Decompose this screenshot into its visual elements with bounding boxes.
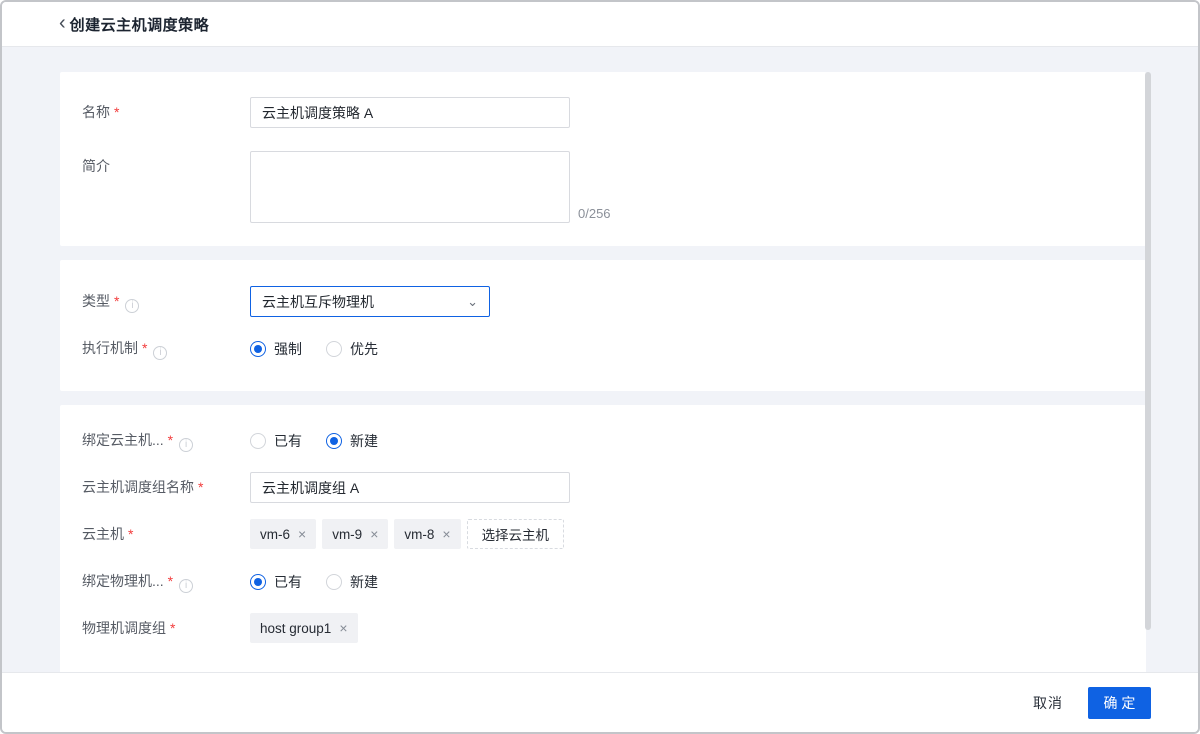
required-marker: * — [170, 620, 175, 636]
bind-vm-group-row: 绑定云主机...* i 已有 新建 — [82, 425, 1116, 456]
type-select[interactable]: 云主机互斥物理机 ⌄ — [250, 286, 490, 317]
basic-info-panel: 名称* 简介 0/256 — [60, 72, 1146, 246]
info-icon[interactable]: i — [179, 438, 193, 452]
mechanism-radio-group: 强制 优先 — [250, 333, 402, 364]
vm-group-name-input[interactable] — [250, 472, 570, 503]
mechanism-label: 执行机制* i — [82, 333, 250, 364]
bind-vm-group-label: 绑定云主机...* i — [82, 425, 250, 456]
vm-tag: vm-9 × — [322, 519, 388, 549]
radio-option-new[interactable]: 新建 — [326, 431, 378, 451]
type-row: 类型* i 云主机互斥物理机 ⌄ — [82, 286, 1116, 317]
tag-label: vm-8 — [404, 527, 434, 542]
close-icon[interactable]: × — [442, 527, 450, 541]
vertical-scrollbar-thumb[interactable] — [1145, 72, 1151, 630]
radio-option-new[interactable]: 新建 — [326, 572, 378, 592]
label-text: 简介 — [82, 158, 110, 174]
radio-unselected-icon — [326, 574, 342, 590]
back-button[interactable]: ‹ — [59, 15, 70, 33]
vm-tag: vm-8 × — [394, 519, 460, 549]
vm-tag-list: vm-6 × vm-9 × vm-8 × 选择云主机 — [250, 519, 564, 549]
radio-option-existing[interactable]: 已有 — [250, 431, 302, 451]
tag-label: vm-6 — [260, 527, 290, 542]
name-row: 名称* — [82, 97, 1116, 128]
radio-selected-icon — [250, 341, 266, 357]
intro-row: 简介 0/256 — [82, 151, 1116, 223]
form-content: 名称* 简介 0/256 类型*i — [2, 47, 1198, 686]
label-text: 物理机调度组 — [82, 620, 166, 636]
type-select-value: 云主机互斥物理机 — [262, 292, 374, 312]
vm-group-name-row: 云主机调度组名称* — [82, 472, 1116, 503]
tag-label: vm-9 — [332, 527, 362, 542]
label-text: 绑定物理机... — [82, 573, 164, 589]
radio-unselected-icon — [250, 433, 266, 449]
host-group-tag: host group1 × — [250, 613, 358, 643]
required-marker: * — [198, 479, 203, 495]
close-icon[interactable]: × — [339, 621, 347, 635]
label-text: 类型 — [82, 293, 110, 309]
bind-host-group-label: 绑定物理机...* i — [82, 566, 250, 597]
host-group-row: 物理机调度组* host group1 × — [82, 613, 1116, 644]
bind-host-group-row: 绑定物理机...* i 已有 新建 — [82, 566, 1116, 597]
binding-panel: 绑定云主机...*i 已有 新建 云主机调度组名称* — [60, 405, 1146, 686]
policy-type-panel: 类型*i 云主机互斥物理机 ⌄ 执行机制*i 强制 — [60, 260, 1146, 391]
vm-tag: vm-6 × — [250, 519, 316, 549]
required-marker: * — [114, 104, 119, 120]
create-vm-scheduling-policy-window: ‹ 创建云主机调度策略 名称* 简介 0/256 — [0, 0, 1200, 734]
confirm-button[interactable]: 确 定 — [1088, 687, 1151, 719]
host-group-tag-list: host group1 × — [250, 613, 364, 643]
radio-selected-icon — [250, 574, 266, 590]
close-icon[interactable]: × — [370, 527, 378, 541]
required-marker: * — [114, 293, 119, 309]
required-marker: * — [168, 432, 173, 448]
radio-option-mandatory[interactable]: 强制 — [250, 339, 302, 359]
radio-label: 强制 — [274, 339, 302, 359]
info-icon[interactable]: i — [153, 346, 167, 360]
close-icon[interactable]: × — [298, 527, 306, 541]
intro-textarea[interactable] — [250, 151, 570, 223]
intro-label: 简介 — [82, 151, 250, 182]
bind-vm-group-radio-group: 已有 新建 — [250, 425, 402, 456]
required-marker: * — [142, 340, 147, 356]
vm-group-name-label: 云主机调度组名称* — [82, 472, 250, 503]
radio-label: 新建 — [350, 572, 378, 592]
radio-unselected-icon — [326, 341, 342, 357]
label-text: 名称 — [82, 104, 110, 120]
page-header: ‹ 创建云主机调度策略 — [2, 2, 1198, 47]
name-label: 名称* — [82, 97, 250, 128]
mechanism-row: 执行机制* i 强制 优先 — [82, 333, 1116, 364]
radio-option-preferred[interactable]: 优先 — [326, 339, 378, 359]
type-label: 类型* i — [82, 286, 250, 317]
info-icon[interactable]: i — [125, 299, 139, 313]
radio-label: 已有 — [274, 431, 302, 451]
host-group-label: 物理机调度组* — [82, 613, 250, 644]
label-text: 执行机制 — [82, 340, 138, 356]
chevron-down-icon: ⌄ — [467, 295, 478, 308]
vms-label: 云主机* — [82, 519, 250, 550]
radio-label: 已有 — [274, 572, 302, 592]
name-input[interactable] — [250, 97, 570, 128]
char-counter: 0/256 — [578, 206, 611, 221]
chevron-left-icon: ‹ — [59, 12, 66, 34]
label-text: 云主机 — [82, 526, 124, 542]
cancel-button[interactable]: 取消 — [1033, 693, 1063, 713]
radio-label: 新建 — [350, 431, 378, 451]
page-title: 创建云主机调度策略 — [70, 14, 210, 35]
radio-option-existing[interactable]: 已有 — [250, 572, 302, 592]
required-marker: * — [168, 573, 173, 589]
tag-label: host group1 — [260, 621, 331, 636]
label-text: 云主机调度组名称 — [82, 479, 194, 495]
vms-row: 云主机* vm-6 × vm-9 × vm-8 × 选择云主机 — [82, 519, 1116, 550]
radio-label: 优先 — [350, 339, 378, 359]
page-footer: 取消 确 定 — [2, 672, 1198, 732]
bind-host-group-radio-group: 已有 新建 — [250, 566, 402, 597]
label-text: 绑定云主机... — [82, 432, 164, 448]
select-vms-button[interactable]: 选择云主机 — [467, 519, 565, 549]
info-icon[interactable]: i — [179, 579, 193, 593]
required-marker: * — [128, 526, 133, 542]
radio-selected-icon — [326, 433, 342, 449]
